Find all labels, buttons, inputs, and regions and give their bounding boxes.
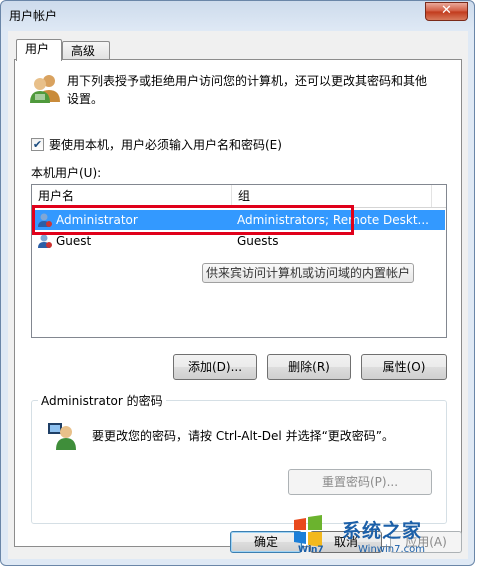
local-users-label: 本机用户(U): (31, 166, 102, 180)
reset-password-button[interactable]: 重置密码(P)... (288, 469, 432, 495)
users-group-icon (30, 75, 60, 103)
tab-users[interactable]: 用户 (16, 39, 62, 61)
user-list[interactable]: 用户名 组 Administrator Administrators; Remo… (31, 184, 447, 338)
password-group-title: Administrator 的密码 (38, 392, 166, 409)
users-tab-panel: 用下列表授予或拒绝用户访问您的计算机，还可以更改其密码和其他设置。 ✔ 要使用本… (14, 59, 462, 547)
table-row[interactable]: Administrator Administrators; Remote Des… (33, 210, 445, 230)
user-group: Guests (237, 234, 279, 248)
window-title: 用户帐户 (9, 9, 58, 23)
user-name: Administrator (56, 213, 138, 227)
password-groupbox: Administrator 的密码 要更改您的密码，请按 Ctrl-Alt-De… (31, 392, 447, 524)
logo-letters: Win7 (298, 545, 324, 554)
table-row[interactable]: Guest Guests (33, 231, 445, 251)
must-login-checkbox[interactable]: ✔ (31, 138, 44, 151)
user-icon (38, 234, 52, 248)
user-tooltip: 供来宾访问计算机或访问域的内置帐户 (202, 263, 414, 283)
user-icon (48, 423, 76, 450)
windows-logo-icon: Win7 (294, 515, 324, 554)
user-accounts-window: 用户帐户 ✕ 用户 高级 用下列表授予或拒绝用户访问您的计算机，还可以更改其密码… (0, 0, 475, 566)
add-button[interactable]: 添加(D)... (173, 354, 257, 380)
user-icon (38, 213, 52, 227)
dialog-client: 用户 高级 用下列表授予或拒绝用户访问您的计算机，还可以更改其密码和其他设置。 … (8, 31, 468, 559)
list-header: 用户名 组 (32, 185, 446, 208)
password-instructions: 要更改您的密码，请按 Ctrl-Alt-Del 并选择“更改密码”。 (92, 429, 395, 443)
watermark: Win7 系统之家 Winwin7.com (270, 510, 475, 566)
remove-button[interactable]: 删除(R) (267, 354, 351, 380)
description-text: 用下列表授予或拒绝用户访问您的计算机，还可以更改其密码和其他设置。 (67, 74, 428, 106)
title-bar[interactable]: 用户帐户 ✕ (1, 1, 474, 31)
column-header-group[interactable]: 组 (232, 185, 432, 207)
must-login-checkbox-label[interactable]: 要使用本机，用户必须输入用户名和密码(E) (49, 136, 282, 153)
close-button[interactable]: ✕ (425, 2, 468, 21)
properties-button[interactable]: 属性(O) (361, 354, 447, 380)
user-group: Administrators; Remote Deskt... (237, 213, 429, 227)
watermark-brand: 系统之家 (342, 520, 423, 542)
user-name: Guest (56, 234, 92, 248)
column-header-username[interactable]: 用户名 (32, 185, 232, 207)
watermark-url: Winwin7.com (358, 544, 425, 555)
tab-advanced[interactable]: 高级 (62, 41, 110, 60)
